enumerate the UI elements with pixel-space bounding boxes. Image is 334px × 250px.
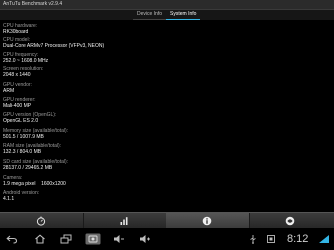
cpu-model-value: Dual-Core ARMv7 Processor (VFPv3, NEON): [3, 43, 105, 49]
notification-icon: [267, 235, 275, 243]
ranking-icon: [120, 217, 128, 225]
home-icon[interactable]: [34, 234, 46, 244]
android-version-value: 4.1.1: [3, 196, 15, 202]
benchmark-button[interactable]: [0, 213, 84, 229]
volume-down-icon[interactable]: [113, 234, 125, 244]
tab-system-info[interactable]: System Info: [166, 9, 201, 20]
bottom-toolbar: [0, 212, 334, 229]
signal-icon: [319, 235, 329, 243]
info-button[interactable]: [166, 213, 250, 229]
gpu-version-value: OpenGL ES 2.0: [3, 118, 39, 124]
settings-icon: [285, 216, 295, 226]
memory-size-value: 501.5 / 1007.9 MB: [3, 134, 44, 140]
usb-icon: [250, 235, 256, 244]
screen-resolution-value: 2048 x 1440: [3, 72, 31, 78]
ram-size-value: 132.3 / 804.0 MB: [3, 149, 42, 155]
clock: 8:12: [287, 233, 309, 245]
tab-device-info[interactable]: Device Info: [133, 9, 167, 20]
camera-value: 1.9 mega pixel 1600x1200: [3, 181, 66, 187]
volume-up-icon[interactable]: [139, 234, 151, 244]
settings-button[interactable]: [249, 213, 334, 229]
back-icon[interactable]: [6, 234, 18, 244]
sd-card-size-value: 28137.0 / 29465.2 MB: [3, 165, 53, 171]
tab-bar: Device Info System Info: [133, 9, 201, 20]
app-title: AnTuTu Benchmark v2.9.4: [3, 1, 63, 7]
cpu-frequency-value: 252.0 ~ 1608.0 MHz: [3, 58, 49, 64]
system-info-panel[interactable]: CPU hardware: RK30board CPU model: Dual-…: [0, 20, 334, 228]
info-icon: [202, 216, 212, 226]
gpu-renderer-value: Mali-400 MP: [3, 103, 32, 109]
screenshot-icon[interactable]: [85, 233, 101, 245]
benchmark-icon: [36, 216, 46, 226]
system-navigation-bar: 8:12: [0, 228, 334, 250]
ranking-button[interactable]: [83, 213, 167, 229]
cpu-hardware-value: RK30board: [3, 29, 29, 35]
recent-apps-icon[interactable]: [60, 234, 72, 244]
gpu-vendor-value: ARM: [3, 88, 15, 94]
